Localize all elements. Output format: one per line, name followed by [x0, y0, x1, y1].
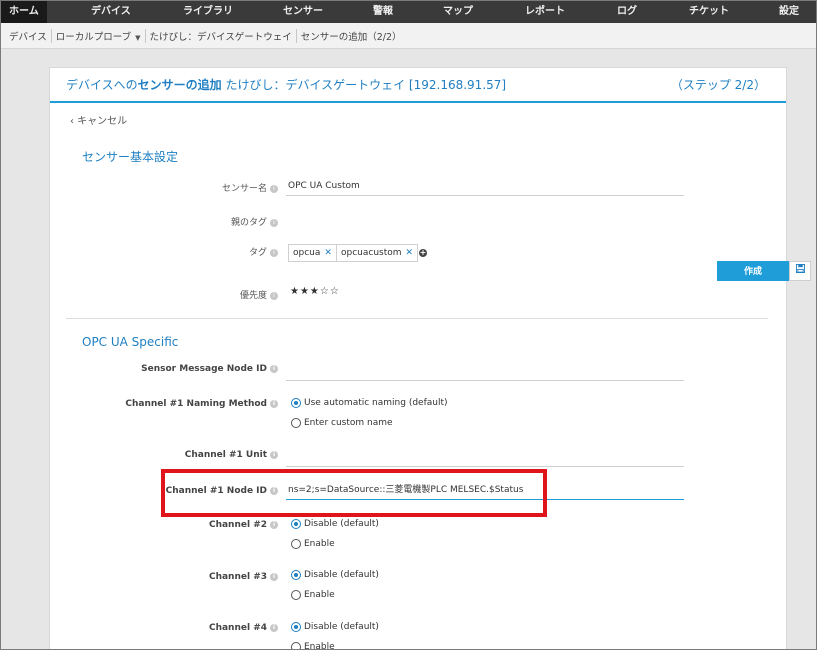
- nav-library[interactable]: ライブラリ: [183, 1, 233, 23]
- highlight-box: [161, 469, 547, 517]
- section-divider: [66, 318, 768, 319]
- info-icon[interactable]: i: [270, 184, 278, 193]
- channel-3-label-text: Channel #3: [208, 572, 267, 582]
- info-icon[interactable]: i: [270, 291, 278, 300]
- add-sensor-panel: デバイスへのセンサーの追加 たけびし：デバイスゲートウェイ [192.168.9…: [49, 67, 787, 650]
- message-node-label-text: Sensor Message Node ID: [141, 364, 267, 374]
- nav-home[interactable]: ホーム: [1, 1, 47, 23]
- tag-chip-label: opcua: [293, 248, 321, 258]
- nav-tickets[interactable]: チケット: [689, 1, 729, 23]
- parent-tags-label-text: 親のタグ: [230, 218, 267, 228]
- breadcrumb-local-probe-label: ローカルプローブ: [55, 31, 132, 43]
- breadcrumb-current: センサーの追加（2/2）: [300, 31, 402, 43]
- radio-checked-icon[interactable]: [291, 519, 301, 529]
- caret-down-icon[interactable]: ▼: [135, 34, 140, 42]
- nav-reports[interactable]: レポート: [525, 1, 565, 23]
- app-window: ホーム デバイス ライブラリ センサー 警報 マップ レポート ログ チケット …: [0, 0, 817, 650]
- naming-custom-label: Enter custom name: [304, 418, 393, 428]
- channel-3-enable-label: Enable: [304, 590, 335, 600]
- sensor-name-input[interactable]: OPC UA Custom: [286, 178, 684, 196]
- naming-auto-option[interactable]: Use automatic naming (default): [291, 398, 448, 408]
- create-button[interactable]: 作成: [717, 261, 789, 281]
- tags-label-text: タグ: [248, 248, 267, 258]
- page-title: デバイスへのセンサーの追加 たけびし：デバイスゲートウェイ [192.168.9…: [66, 76, 506, 93]
- breadcrumb: デバイス ローカルプローブ ▼ たけびし：デバイスゲートウェイ センサーの追加（2…: [1, 23, 816, 49]
- floppy-disk-icon[interactable]: [789, 261, 811, 281]
- breadcrumb-device[interactable]: たけびし：デバイスゲートウェイ: [146, 29, 296, 43]
- title-prefix: デバイスへの: [66, 78, 138, 92]
- priority-stars[interactable]: ★★★☆☆: [290, 286, 340, 297]
- message-node-input[interactable]: [286, 363, 684, 381]
- radio-icon[interactable]: [291, 418, 301, 428]
- radio-checked-icon[interactable]: [291, 570, 301, 580]
- info-icon[interactable]: i: [270, 364, 278, 373]
- naming-method-label-text: Channel #1 Naming Method: [125, 399, 267, 409]
- nav-sensors[interactable]: センサー: [283, 1, 323, 23]
- unit-input[interactable]: [286, 449, 684, 467]
- sensor-name-label-text: センサー名: [221, 184, 267, 194]
- floppy-disk-icon-svg: [795, 264, 805, 273]
- channel-3-enable-option[interactable]: Enable: [291, 590, 335, 600]
- remove-tag-icon[interactable]: ✕: [406, 248, 414, 258]
- section-title-basic: センサー基本設定: [82, 150, 179, 164]
- channel-2-enable-label: Enable: [304, 539, 335, 549]
- message-node-label: Sensor Message Node ID i: [141, 364, 278, 374]
- cancel-link[interactable]: ‹ キャンセル: [70, 112, 127, 127]
- channel-4-disable-label: Disable (default): [304, 622, 379, 632]
- nav-maps[interactable]: マップ: [443, 1, 473, 23]
- radio-icon[interactable]: [291, 539, 301, 549]
- tags-label: タグ i: [249, 245, 278, 258]
- priority-label-text: 優先度: [239, 291, 267, 301]
- remove-tag-icon[interactable]: ✕: [324, 248, 332, 258]
- priority-label: 優先度 i: [240, 288, 278, 301]
- channel-3-disable-label: Disable (default): [304, 570, 379, 580]
- breadcrumb-local-probe[interactable]: ローカルプローブ ▼: [52, 29, 145, 43]
- info-icon[interactable]: i: [270, 218, 278, 227]
- naming-method-label: Channel #1 Naming Method i: [125, 399, 278, 409]
- tag-chip[interactable]: opcuacustom ✕: [336, 244, 419, 262]
- channel-4-label: Channel #4 i: [209, 623, 278, 633]
- channel-2-disable-label: Disable (default): [304, 519, 379, 529]
- step-indicator: （ステップ 2/2）: [670, 78, 766, 92]
- naming-auto-label: Use automatic naming (default): [304, 398, 448, 408]
- nav-settings[interactable]: 設定: [779, 1, 799, 23]
- channel-4-enable-label: Enable: [304, 642, 335, 650]
- info-icon[interactable]: i: [270, 623, 278, 632]
- info-icon[interactable]: i: [270, 248, 278, 257]
- info-icon[interactable]: i: [270, 520, 278, 529]
- info-icon[interactable]: i: [270, 450, 278, 459]
- naming-custom-option[interactable]: Enter custom name: [291, 418, 393, 428]
- channel-4-label-text: Channel #4: [208, 623, 267, 633]
- nav-devices[interactable]: デバイス: [91, 1, 131, 23]
- add-tag-icon[interactable]: +: [419, 249, 427, 257]
- channel-2-enable-option[interactable]: Enable: [291, 539, 335, 549]
- channel-3-disable-option[interactable]: Disable (default): [291, 570, 379, 580]
- channel-2-disable-option[interactable]: Disable (default): [291, 519, 379, 529]
- channel-3-label: Channel #3 i: [209, 572, 278, 582]
- nav-logs[interactable]: ログ: [617, 1, 637, 23]
- nav-alarms[interactable]: 警報: [373, 1, 393, 23]
- radio-icon[interactable]: [291, 590, 301, 600]
- info-icon[interactable]: i: [270, 572, 278, 581]
- radio-checked-icon[interactable]: [291, 622, 301, 632]
- unit-label-text: Channel #1 Unit: [184, 450, 267, 460]
- parent-tags-label: 親のタグ i: [231, 215, 278, 228]
- sensor-name-label: センサー名 i: [222, 181, 278, 194]
- panel-header: デバイスへのセンサーの追加 たけびし：デバイスゲートウェイ [192.168.9…: [50, 68, 786, 103]
- top-navigation: ホーム デバイス ライブラリ センサー 警報 マップ レポート ログ チケット …: [1, 1, 816, 23]
- radio-checked-icon[interactable]: [291, 398, 301, 408]
- channel-2-label-text: Channel #2: [208, 520, 267, 530]
- channel-4-disable-option[interactable]: Disable (default): [291, 622, 379, 632]
- info-icon[interactable]: i: [270, 399, 278, 408]
- tag-chip[interactable]: opcua ✕: [288, 244, 337, 262]
- channel-4-enable-option[interactable]: Enable: [291, 642, 335, 650]
- breadcrumb-devices[interactable]: デバイス: [5, 29, 51, 43]
- channel-2-label: Channel #2 i: [209, 520, 278, 530]
- tag-chip-label: opcuacustom: [341, 248, 402, 258]
- title-bold: センサーの追加: [137, 78, 222, 92]
- title-device: たけびし：デバイスゲートウェイ [192.168.91.57]: [221, 78, 507, 92]
- radio-icon[interactable]: [291, 642, 301, 649]
- unit-label: Channel #1 Unit i: [185, 450, 278, 460]
- section-title-opcua: OPC UA Specific: [82, 335, 179, 349]
